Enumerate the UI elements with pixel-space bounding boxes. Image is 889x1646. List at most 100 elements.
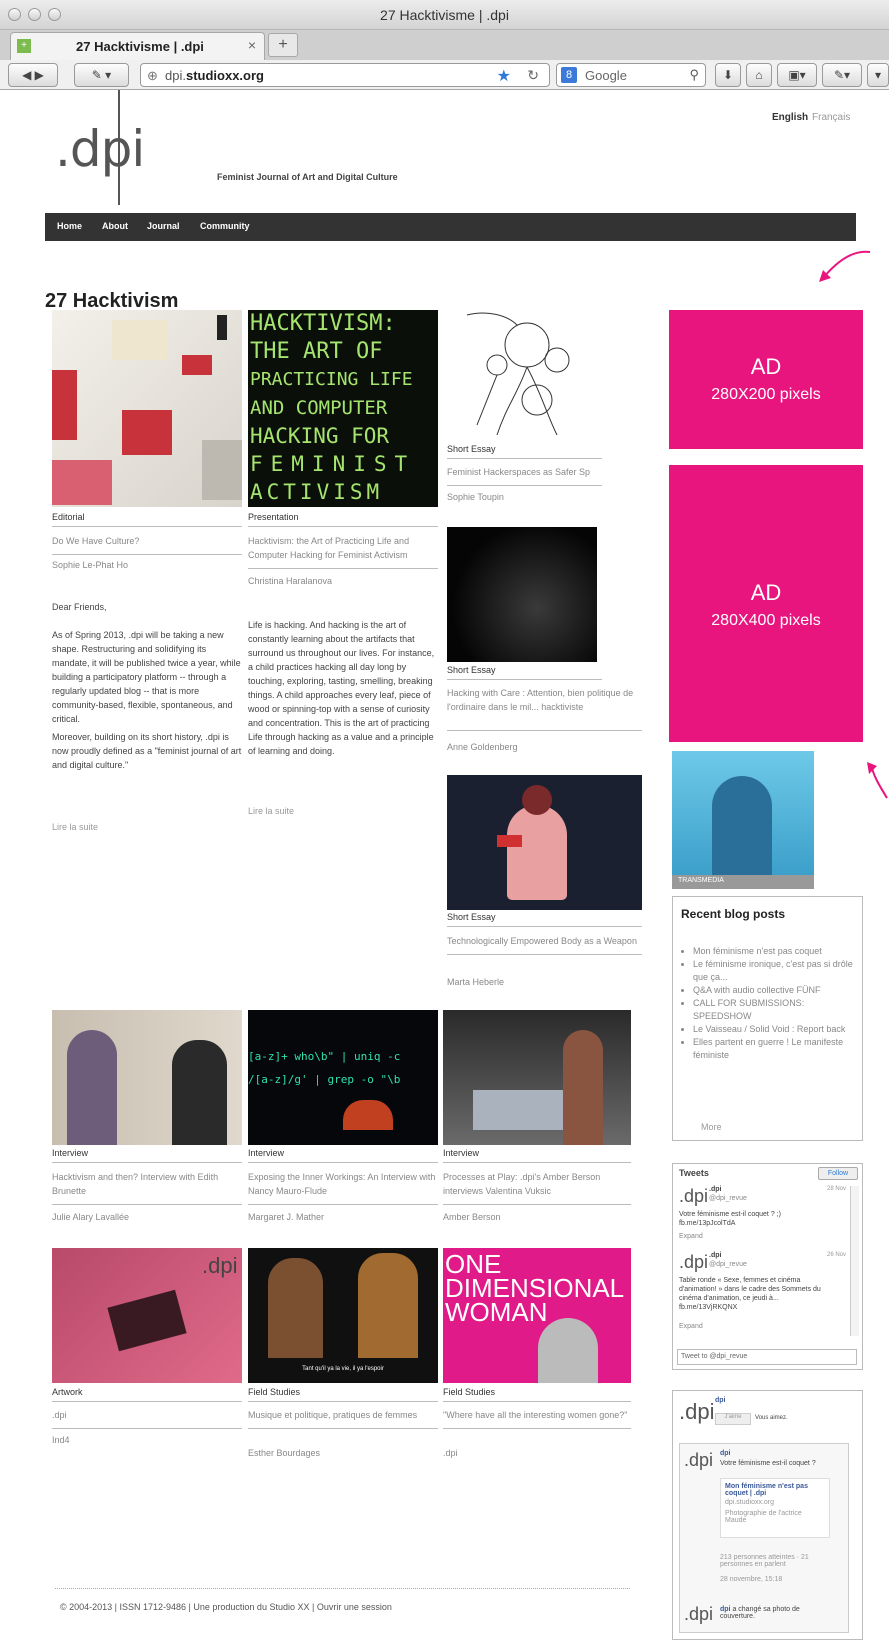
card-author[interactable]: .dpi	[443, 1448, 458, 1458]
tools-button[interactable]: ✎▾	[822, 63, 862, 87]
card-author[interactable]: Christina Haralanova	[248, 576, 332, 586]
tweet-handle[interactable]: @dpi_revue	[709, 1261, 747, 1268]
card-author[interactable]: Marta Heberle	[447, 977, 504, 987]
card-category: Artwork	[52, 1387, 242, 1402]
fb-link-title[interactable]: Mon féminisme n'est pas coquet | .dpi	[725, 1483, 825, 1497]
card-title[interactable]: Processes at Play: .dpi's Amber Berson i…	[443, 1170, 631, 1205]
card-title[interactable]: Do We Have Culture?	[52, 534, 242, 555]
presentation-read-more[interactable]: Lire la suite	[248, 806, 294, 816]
fb-link-domain: dpi.studioxx.org	[725, 1499, 775, 1506]
search-icon[interactable]: ⚲	[689, 67, 699, 83]
card-title[interactable]: .dpi	[52, 1408, 242, 1429]
nav-home[interactable]: Home	[57, 221, 82, 231]
editorial-image[interactable]	[52, 310, 242, 507]
card-title[interactable]: Feminist Hackerspaces as Safer Sp	[447, 465, 602, 486]
hack-line: FEMINIST	[250, 452, 416, 476]
card-author[interactable]: Julie Alary Lavallée	[52, 1212, 129, 1222]
tweet-name[interactable]: .dpi	[709, 1186, 721, 1193]
terminal-image[interactable]: [a-z]+ who\b" | uniq -c /[a-z]/g' | grep…	[248, 1010, 438, 1145]
card-author[interactable]: Sophie Le-Phat Ho	[52, 560, 128, 570]
tweet-expand[interactable]: Expand	[679, 1322, 839, 1331]
terminal-line: [a-z]+ who\b" | uniq -c	[248, 1050, 401, 1063]
card-category: Interview	[248, 1148, 438, 1163]
fb-like-button[interactable]: J'aime	[715, 1413, 751, 1425]
footer-divider	[55, 1588, 630, 1589]
card-title[interactable]: Technologically Empowered Body as a Weap…	[447, 934, 642, 955]
follow-button[interactable]: Follow	[818, 1167, 858, 1180]
search-bar[interactable]: 8 Google ⚲	[556, 63, 706, 87]
card-title[interactable]: Musique et politique, pratiques de femme…	[248, 1408, 438, 1429]
card-author[interactable]: Margaret J. Mather	[248, 1212, 324, 1222]
card-category: Short Essay	[447, 444, 602, 459]
blog-post-link[interactable]: Le Vaisseau / Solid Void : Report back	[693, 1023, 858, 1036]
tweet-expand[interactable]: Expand	[679, 1232, 839, 1241]
nav-about[interactable]: About	[102, 221, 128, 231]
tweets-scrollbar[interactable]	[850, 1186, 859, 1336]
new-tab-button[interactable]: +	[268, 33, 298, 57]
card-category: Short Essay	[447, 665, 602, 680]
tweet-name[interactable]: .dpi	[709, 1252, 721, 1259]
card-title[interactable]: Hacktivism and then? Interview with Edit…	[52, 1170, 242, 1205]
tweet-handle[interactable]: @dpi_revue	[709, 1195, 747, 1202]
bookmark-star-icon[interactable]: ★	[497, 66, 511, 86]
blog-post-link[interactable]: Elles partent en guerre ! Le manifeste f…	[693, 1036, 858, 1062]
one-dimensional-woman-image[interactable]: ONE DIMENSIONAL WOMAN	[443, 1248, 631, 1383]
ad-banner-small[interactable]: AD 280X200 pixels	[669, 310, 863, 449]
dark-hands-image[interactable]	[447, 527, 597, 662]
cover-line: WOMAN	[445, 1297, 548, 1327]
blog-post-link[interactable]: Le féminisme ironique, c'est pas si drôl…	[693, 958, 858, 984]
nav-community[interactable]: Community	[200, 221, 250, 231]
browser-toolbar: ◀ ▶ ✎ ▾ ⊕ dpi.studioxx.org ★ ↻ 8 Google …	[0, 60, 889, 90]
card-title[interactable]: "Where have all the interesting women go…	[443, 1408, 631, 1429]
card-author[interactable]: Anne Goldenberg	[447, 742, 518, 752]
curved-arrow-icon	[819, 250, 871, 282]
sketch-image[interactable]	[447, 305, 597, 440]
back-forward-button[interactable]: ◀ ▶	[8, 63, 58, 87]
tab-close-icon[interactable]: ×	[248, 37, 256, 53]
musique-image[interactable]: Tant qu'il ya la vie, il ya l'espoir	[248, 1248, 438, 1383]
card-title[interactable]: Hacking with Care : Attention, bien poli…	[447, 686, 642, 731]
blog-post-link[interactable]: Q&A with audio collective FÜNF	[693, 984, 858, 997]
browser-tab[interactable]: + 27 Hacktivisme | .dpi ×	[10, 32, 265, 60]
footer-studio-link[interactable]: Studio XX	[269, 1602, 309, 1612]
card-author[interactable]: Sophie Toupin	[447, 492, 504, 502]
artwork-image[interactable]: .dpi	[52, 1248, 242, 1383]
site-logo[interactable]: .dpi	[55, 120, 145, 178]
reload-icon[interactable]: ↻	[527, 67, 539, 84]
card-author[interactable]: Ind4	[52, 1435, 70, 1445]
card-category: Presentation	[248, 512, 438, 527]
ad-banner-large[interactable]: AD 280X400 pixels	[669, 465, 863, 742]
card-author[interactable]: Amber Berson	[443, 1212, 501, 1222]
blog-more-link[interactable]: More	[701, 1122, 722, 1132]
blog-post-link[interactable]: CALL FOR SUBMISSIONS: SPEEDSHOW	[693, 997, 858, 1023]
fb-page-name[interactable]: dpi	[715, 1397, 726, 1404]
url-bar[interactable]: ⊕ dpi.studioxx.org ★ ↻	[140, 63, 550, 87]
menu-button[interactable]: ▾	[867, 63, 889, 87]
card-category: Field Studies	[248, 1387, 438, 1402]
interview-women-image[interactable]	[52, 1010, 242, 1145]
performer-image[interactable]	[447, 775, 642, 910]
card-author[interactable]: Esther Bourdages	[248, 1448, 320, 1458]
home-button[interactable]: ⌂	[746, 63, 772, 87]
fb-post-name[interactable]: dpi	[720, 1606, 731, 1613]
fb-post-name[interactable]: dpi	[720, 1450, 731, 1457]
tweet-avatar: .dpi	[679, 1252, 709, 1272]
nav-journal[interactable]: Journal	[147, 221, 180, 231]
transmedia-image[interactable]	[672, 751, 814, 881]
card-title[interactable]: Hacktivism: the Art of Practicing Life a…	[248, 534, 438, 569]
screenshot-button[interactable]: ▣▾	[777, 63, 817, 87]
card-title[interactable]: Exposing the Inner Workings: An Intervie…	[248, 1170, 438, 1205]
amber-berson-image[interactable]	[443, 1010, 631, 1145]
hacktivism-image[interactable]: HACKTIVISM: THE ART OF PRACTICING LIFE A…	[248, 310, 438, 507]
lang-french-link[interactable]: Français	[812, 112, 850, 123]
tweet-input[interactable]: Tweet to @dpi_revue	[677, 1349, 857, 1365]
transmedia-label: TRANSMEDIA	[672, 875, 814, 889]
lang-english-link[interactable]: English	[772, 112, 808, 123]
bookmarks-button[interactable]: ✎ ▾	[74, 63, 129, 87]
footer-login-link[interactable]: Ouvrir une session	[317, 1602, 392, 1612]
tab-strip: + 27 Hacktivisme | .dpi × +	[0, 30, 889, 60]
blog-post-link[interactable]: Mon féminisme n'est pas coquet	[693, 945, 858, 958]
facebook-widget: .dpi dpi J'aime Vous aimez. .dpi dpi Vot…	[672, 1390, 863, 1640]
downloads-button[interactable]: ⬇	[715, 63, 741, 87]
editorial-read-more[interactable]: Lire la suite	[52, 822, 98, 832]
